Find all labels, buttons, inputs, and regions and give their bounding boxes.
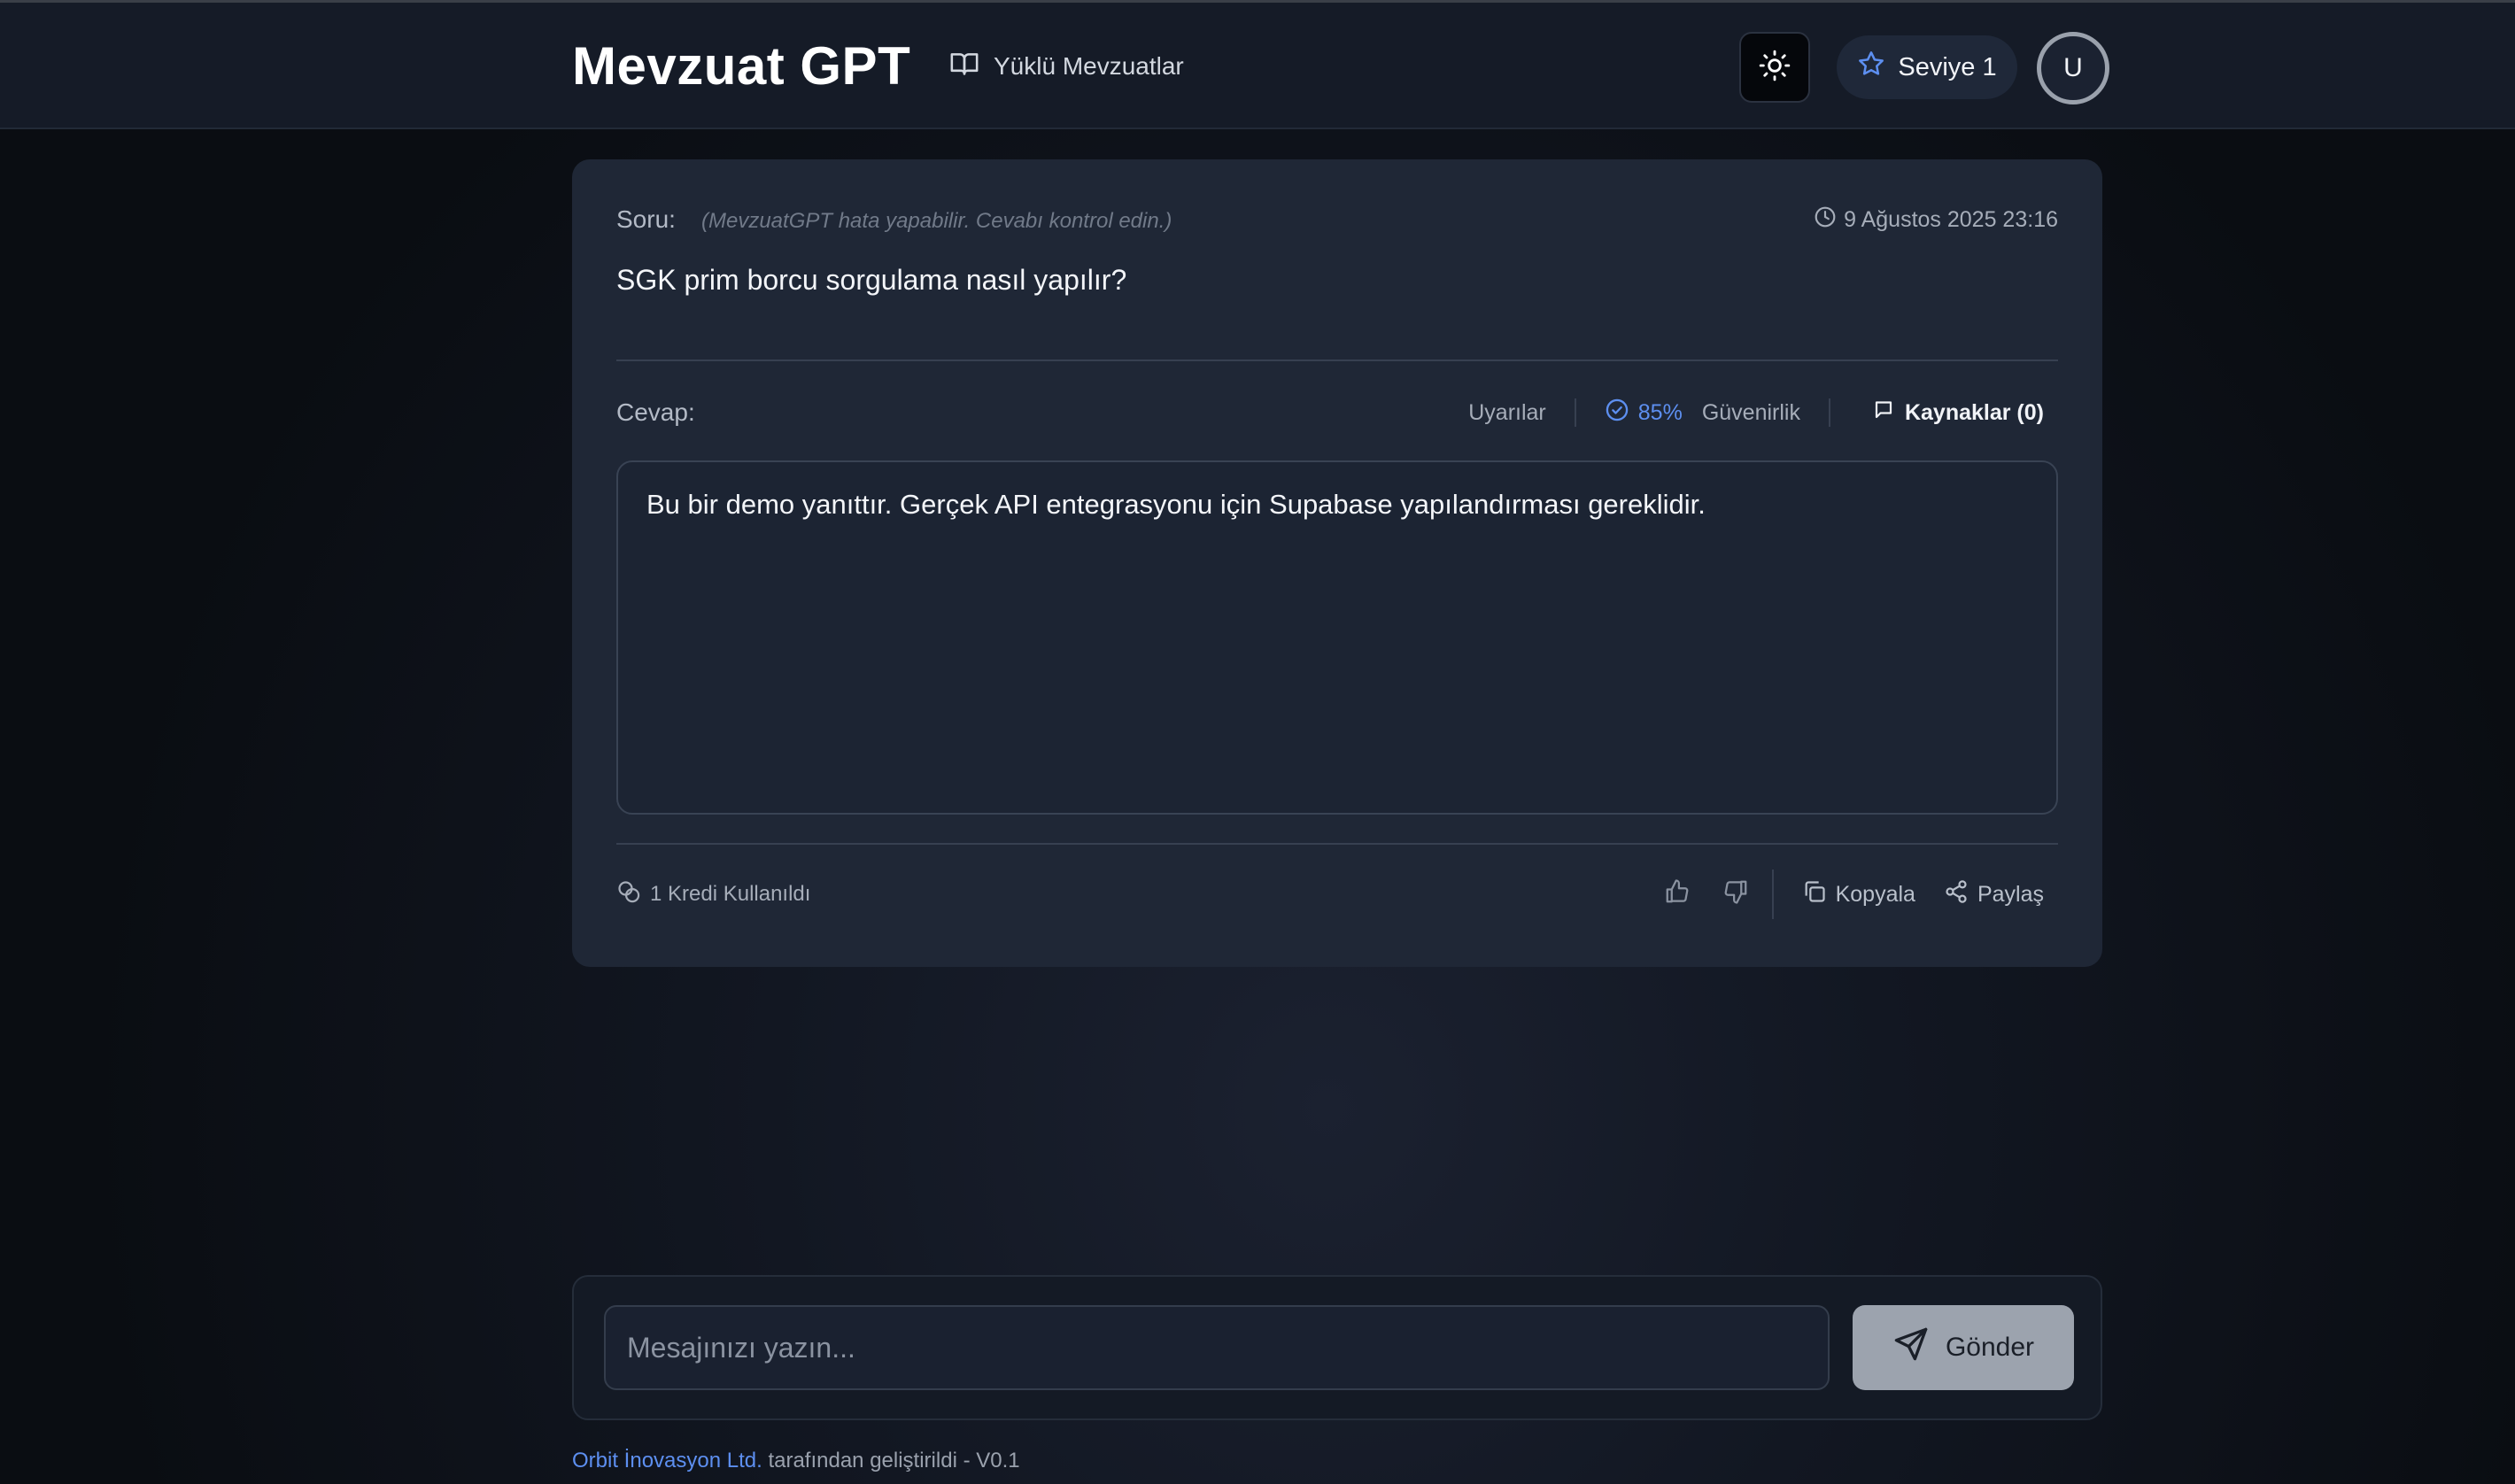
sources-button[interactable]: Kaynaklar (0) xyxy=(1830,399,2044,427)
warnings-button[interactable]: Uyarılar xyxy=(1468,400,1575,426)
star-icon xyxy=(1857,50,1885,85)
company-link[interactable]: Orbit İnovasyon Ltd. xyxy=(572,1449,762,1472)
book-icon xyxy=(949,49,979,85)
message-composer: Gönder xyxy=(572,1275,2102,1420)
footer-suffix: tarafından geliştirildi - V0.1 xyxy=(762,1449,1020,1472)
question-label: Soru: xyxy=(616,205,676,233)
share-button[interactable]: Paylaş xyxy=(1930,879,2058,910)
question-timestamp: 9 Ağustos 2025 23:16 xyxy=(1814,205,2058,235)
question-disclaimer: (MevzuatGPT hata yapabilir. Cevabı kontr… xyxy=(701,209,1172,233)
answer-text: Bu bir demo yanıttır. Gerçek API entegra… xyxy=(646,489,1706,520)
top-bar: Mevzuat GPT Yüklü Mevzuatlar Seviye 1 U xyxy=(0,3,2515,129)
copy-button[interactable]: Kopyala xyxy=(1788,879,1930,910)
confidence-indicator: 85% Güvenirlik xyxy=(1576,398,1829,429)
qa-card: Soru: (MevzuatGPT hata yapabilir. Cevabı… xyxy=(572,159,2102,967)
thumbs-up-button[interactable] xyxy=(1648,870,1706,919)
clock-icon xyxy=(1814,205,1837,235)
loaded-regulations-label: Yüklü Mevzuatlar xyxy=(994,52,1184,80)
share-label: Paylaş xyxy=(1977,881,2044,907)
credits-used: 1 Kredi Kullanıldı xyxy=(616,879,810,910)
footer-credit: Orbit İnovasyon Ltd. tarafından geliştir… xyxy=(572,1449,1020,1473)
answer-footer: 1 Kredi Kullanıldı Kopyala Paylaş xyxy=(616,868,2058,921)
sources-label: Kaynaklar (0) xyxy=(1904,399,2044,425)
send-label: Gönder xyxy=(1945,1333,2035,1362)
thumbs-down-button[interactable] xyxy=(1706,870,1765,919)
message-square-icon xyxy=(1873,399,1894,427)
level-badge-button[interactable]: Seviye 1 xyxy=(1837,35,2017,99)
answer-toolbar: Uyarılar 85% Güvenirlik Kaynaklar (0) xyxy=(1468,395,2044,430)
timestamp-text: 9 Ağustos 2025 23:16 xyxy=(1844,207,2058,232)
actions-separator xyxy=(1771,870,1774,919)
loaded-regulations-link[interactable]: Yüklü Mevzuatlar xyxy=(949,45,1184,88)
answer-actions: Kopyala Paylaş xyxy=(1648,870,2058,919)
question-text: SGK prim borcu sorgulama nasıl yapılır? xyxy=(616,264,1127,296)
copy-icon xyxy=(1802,879,1827,910)
copy-label: Kopyala xyxy=(1835,881,1915,907)
check-circle-icon xyxy=(1605,398,1629,429)
theme-toggle-button[interactable] xyxy=(1739,32,1810,103)
send-button[interactable]: Gönder xyxy=(1853,1305,2074,1390)
thumbs-up-icon xyxy=(1664,878,1691,911)
coins-icon xyxy=(616,879,641,910)
answer-text-box: Bu bir demo yanıttır. Gerçek API entegra… xyxy=(616,460,2058,815)
answer-label: Cevap: xyxy=(616,398,695,426)
confidence-value: 85% xyxy=(1637,399,1683,425)
section-divider xyxy=(616,843,2058,845)
send-icon xyxy=(1892,1326,1930,1370)
message-input[interactable] xyxy=(604,1305,1830,1390)
share-icon xyxy=(1944,879,1969,910)
confidence-label: Güvenirlik xyxy=(1701,399,1800,425)
avatar-initial: U xyxy=(2063,53,2083,82)
credits-label: 1 Kredi Kullanıldı xyxy=(650,882,811,906)
thumbs-down-icon xyxy=(1722,878,1749,911)
section-divider xyxy=(616,359,2058,361)
app-title[interactable]: Mevzuat GPT xyxy=(572,35,910,98)
sun-icon xyxy=(1758,49,1791,87)
user-avatar[interactable]: U xyxy=(2037,32,2109,104)
level-label: Seviye 1 xyxy=(1898,52,1997,81)
